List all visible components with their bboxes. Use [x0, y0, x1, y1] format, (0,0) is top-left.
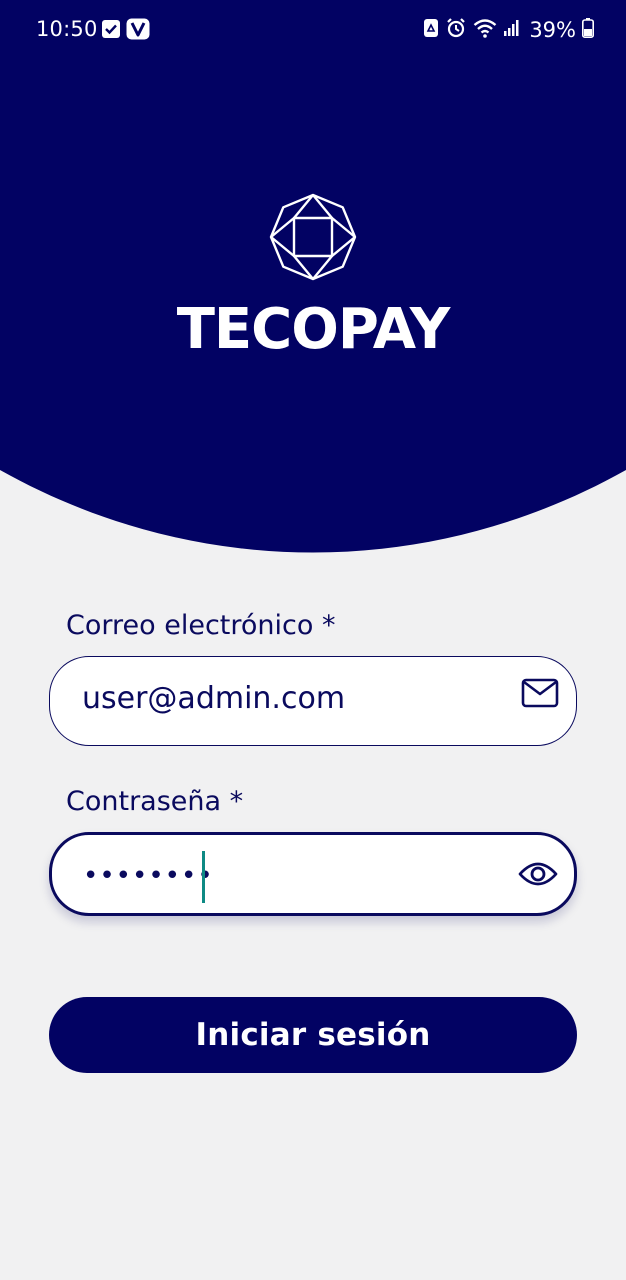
login-button[interactable]: Iniciar sesión — [49, 997, 577, 1073]
email-field[interactable]: user@admin.com — [49, 656, 577, 746]
alarm-icon — [445, 17, 467, 43]
gem-icon — [268, 192, 358, 282]
wifi-icon — [473, 18, 497, 42]
status-time: 10:50 — [36, 17, 98, 41]
email-value: user@admin.com — [82, 681, 346, 716]
text-cursor — [202, 851, 205, 903]
password-label: Contraseña * — [66, 786, 244, 817]
email-label: Correo electrónico * — [66, 610, 336, 641]
status-indicators: 39% — [423, 17, 594, 43]
password-field[interactable]: •••••••• — [49, 832, 577, 916]
v-notification-icon — [126, 18, 150, 40]
signal-icon — [503, 19, 521, 41]
eye-icon[interactable] — [518, 854, 558, 894]
password-value: •••••••• — [83, 861, 214, 891]
checkbox-notification-icon — [101, 19, 121, 39]
battery-percent: 39% — [529, 18, 576, 42]
mail-icon — [520, 673, 560, 713]
status-bar: 10:50 39% — [0, 0, 626, 60]
brand-name: TECOPAY — [176, 297, 451, 362]
battery-icon — [582, 18, 594, 42]
recycle-icon — [423, 18, 439, 42]
